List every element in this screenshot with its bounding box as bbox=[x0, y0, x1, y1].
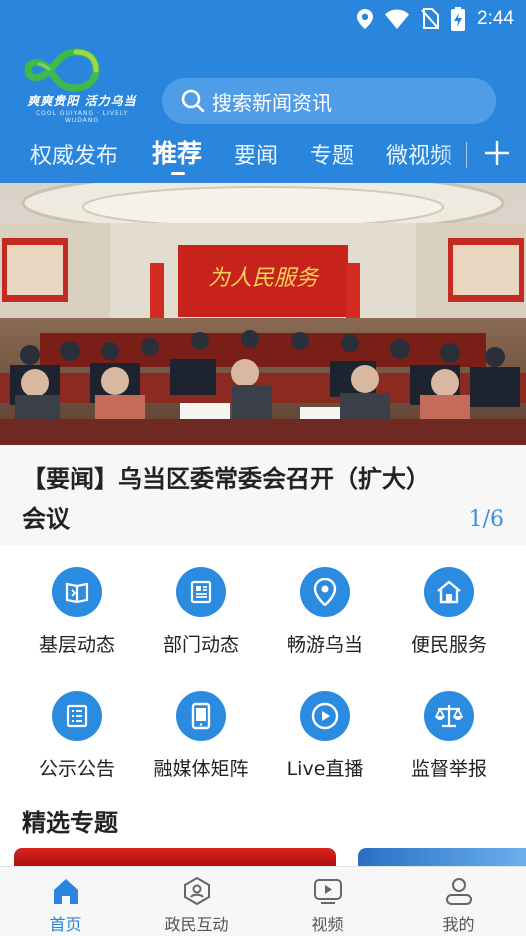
nav-label: 我的 bbox=[442, 915, 475, 934]
active-tab-indicator bbox=[171, 172, 185, 175]
search-bar[interactable]: 搜索新闻资讯 bbox=[162, 78, 496, 124]
grid-item-services[interactable]: 便民服务 bbox=[384, 564, 514, 664]
tablet-icon bbox=[176, 691, 226, 741]
nav-label: 首页 bbox=[49, 915, 82, 934]
bottom-nav: 首页 政民互动 视频 我的 bbox=[0, 866, 526, 936]
status-time: 2:44 bbox=[477, 8, 514, 29]
grid-item-grassroots[interactable]: 基层动态 bbox=[12, 564, 142, 664]
featured-topic-card[interactable] bbox=[358, 848, 526, 868]
tab-divider bbox=[466, 142, 467, 168]
wifi-icon bbox=[385, 9, 410, 29]
grid-label: 畅游乌当 bbox=[286, 634, 363, 656]
tab-authority[interactable]: 权威发布 bbox=[30, 138, 118, 170]
header: 2:44 爽爽贵阳 活力乌当 COOL GUIYANG · LIVELY WUD… bbox=[0, 0, 526, 183]
grid-label: 基层动态 bbox=[38, 634, 115, 656]
banner-slogan: 为人民服务 bbox=[208, 266, 320, 291]
banner-carousel[interactable]: 为人民服务 bbox=[0, 183, 526, 445]
app-logo[interactable]: 爽爽贵阳 活力乌当 COOL GUIYANG · LIVELY WUDANG bbox=[22, 44, 142, 124]
play-circle-icon bbox=[300, 691, 350, 741]
grid-item-report[interactable]: 监督举报 bbox=[384, 688, 514, 788]
infinity-logo-icon bbox=[24, 48, 100, 92]
headline-card[interactable]: 【要闻】乌当区委常委会召开（扩大）会议 1/6 bbox=[0, 445, 526, 545]
location-pin-icon bbox=[300, 567, 350, 617]
video-play-icon bbox=[312, 876, 344, 906]
app-screen: 2:44 爽爽贵阳 活力乌当 COOL GUIYANG · LIVELY WUD… bbox=[0, 0, 526, 936]
grid-item-live[interactable]: Live直播 bbox=[260, 688, 390, 788]
featured-topic-card[interactable] bbox=[14, 848, 336, 868]
book-icon bbox=[52, 567, 102, 617]
tab-topics[interactable]: 专题 bbox=[310, 138, 354, 170]
banner-image: 为人民服务 bbox=[0, 183, 526, 445]
grid-item-departments[interactable]: 部门动态 bbox=[136, 564, 266, 664]
battery-charging-icon bbox=[451, 7, 466, 31]
grid-item-tour[interactable]: 畅游乌当 bbox=[260, 564, 390, 664]
logo-slogan: 爽爽贵阳 活力乌当 bbox=[27, 94, 137, 108]
nav-interaction[interactable]: 政民互动 bbox=[131, 867, 262, 936]
grid-label: 公示公告 bbox=[38, 758, 115, 780]
headline-title: 【要闻】乌当区委常委会召开（扩大）会议 bbox=[22, 464, 418, 533]
grid-label: 便民服务 bbox=[410, 634, 487, 656]
carousel-pager: 1/6 bbox=[468, 507, 504, 532]
nav-video[interactable]: 视频 bbox=[262, 867, 393, 936]
list-document-icon bbox=[52, 691, 102, 741]
search-icon bbox=[180, 88, 206, 114]
grid-item-notices[interactable]: 公示公告 bbox=[12, 688, 142, 788]
nav-mine[interactable]: 我的 bbox=[393, 867, 524, 936]
newspaper-icon bbox=[176, 567, 226, 617]
status-bar: 2:44 bbox=[0, 0, 526, 38]
location-icon bbox=[357, 9, 374, 29]
grid-label: 融媒体矩阵 bbox=[153, 758, 249, 780]
scales-icon bbox=[424, 691, 474, 741]
no-sim-icon bbox=[421, 8, 440, 30]
grid-label: 部门动态 bbox=[162, 634, 239, 656]
grid-label: Live直播 bbox=[286, 758, 364, 780]
section-title: 精选专题 bbox=[22, 809, 118, 837]
status-icons: 2:44 bbox=[357, 6, 514, 32]
tab-recommend[interactable]: 推荐 bbox=[152, 134, 202, 170]
search-placeholder: 搜索新闻资讯 bbox=[212, 90, 332, 115]
grid-label: 监督举报 bbox=[410, 758, 487, 780]
person-icon bbox=[443, 876, 475, 906]
service-grid: 基层动态 部门动态 畅游乌当 便民服务 公示公告 融媒体矩阵 Live直播 监督… bbox=[0, 560, 526, 790]
home-icon bbox=[50, 876, 82, 906]
nav-home[interactable]: 首页 bbox=[0, 867, 131, 936]
tab-news[interactable]: 要闻 bbox=[234, 138, 278, 170]
home-icon bbox=[424, 567, 474, 617]
logo-subtitle: COOL GUIYANG · LIVELY WUDANG bbox=[35, 110, 129, 124]
add-tab-icon[interactable] bbox=[482, 138, 512, 168]
nav-label: 视频 bbox=[311, 915, 344, 934]
nav-label: 政民互动 bbox=[164, 915, 229, 934]
hexagon-user-icon bbox=[181, 876, 213, 906]
grid-item-media-matrix[interactable]: 融媒体矩阵 bbox=[136, 688, 266, 788]
category-tabs: 权威发布 推荐 要闻 专题 微视频 bbox=[0, 130, 526, 180]
